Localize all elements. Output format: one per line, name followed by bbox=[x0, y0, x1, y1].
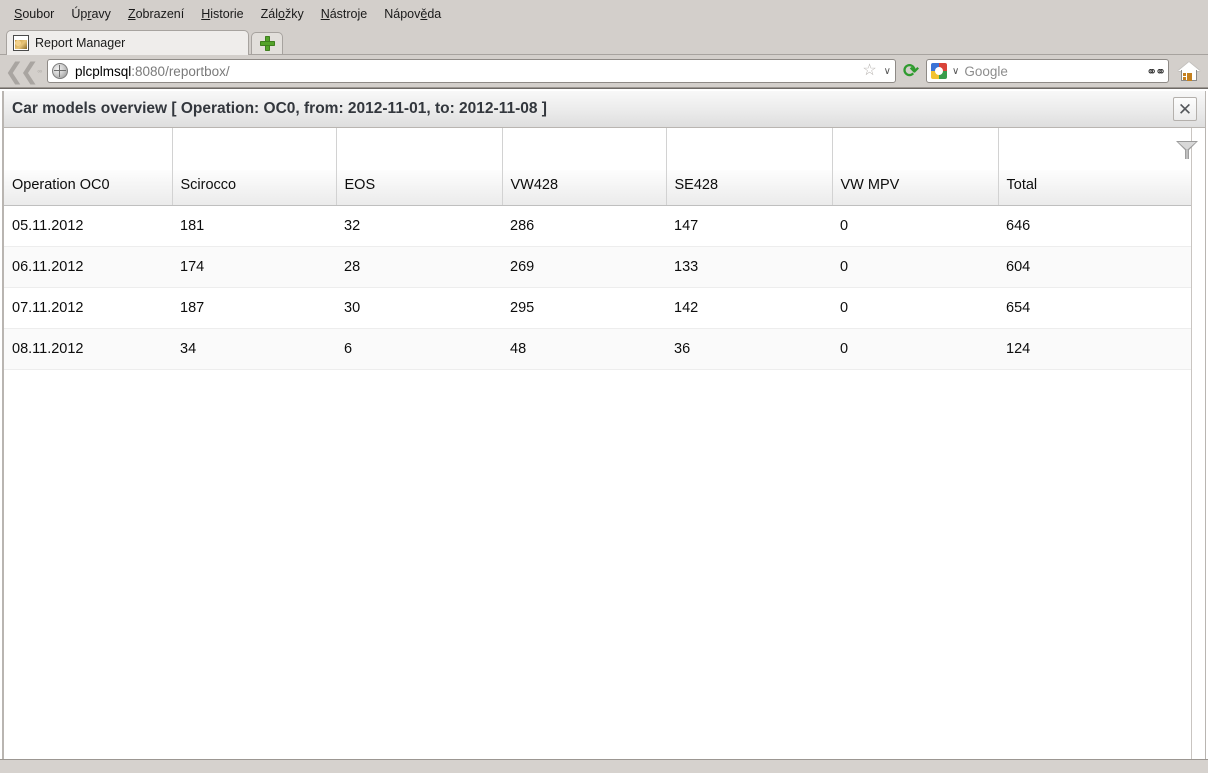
reload-icon: ⟳ bbox=[903, 60, 919, 82]
cell-date: 07.11.2012 bbox=[4, 287, 172, 329]
cell-value: 604 bbox=[998, 246, 1191, 288]
address-bar[interactable]: plcplmsql:8080/reportbox/ ☆ ∨ bbox=[47, 59, 896, 83]
cell-value: 133 bbox=[666, 246, 832, 288]
new-tab-button[interactable] bbox=[251, 32, 283, 55]
menu-item-0[interactable]: Soubor bbox=[6, 3, 63, 25]
navigation-toolbar: ❮❮ ◦◦ plcplmsql:8080/reportbox/ ☆ ∨ ⟳ ∨ G… bbox=[0, 55, 1208, 88]
tab-title: Report Manager bbox=[35, 36, 126, 50]
funnel-filter-icon[interactable] bbox=[1175, 138, 1201, 164]
search-bar[interactable]: ∨ Google ⚭⚭ bbox=[926, 59, 1169, 83]
table-row[interactable]: 08.11.2012 34 6 48 36 0 124 bbox=[4, 328, 1191, 370]
column-header-3[interactable]: VW428 bbox=[502, 128, 667, 206]
menu-item-1[interactable]: Úpravy bbox=[63, 3, 120, 25]
status-bar bbox=[0, 759, 1208, 773]
column-header-1[interactable]: Scirocco bbox=[172, 128, 337, 206]
cell-date: 05.11.2012 bbox=[4, 205, 172, 247]
cell-value: 0 bbox=[832, 205, 998, 247]
globe-icon bbox=[52, 63, 68, 79]
search-engine-chevron-down-icon[interactable]: ∨ bbox=[952, 66, 959, 77]
cell-value: 34 bbox=[172, 328, 336, 370]
menu-item-6[interactable]: Nápověda bbox=[376, 3, 450, 25]
url-path: :8080/reportbox/ bbox=[131, 63, 230, 79]
table-head: Operation OC0 Scirocco EOS VW428 SE428 VW MPV… bbox=[4, 128, 1191, 206]
close-icon: ✕ bbox=[1177, 99, 1193, 119]
column-header-label: EOS bbox=[344, 176, 376, 193]
cell-value: 286 bbox=[502, 205, 666, 247]
cell-value: 187 bbox=[172, 287, 336, 329]
column-header-label: SE428 bbox=[674, 176, 719, 193]
cell-value: 32 bbox=[336, 205, 502, 247]
cell-value: 28 bbox=[336, 246, 502, 288]
report-table: Operation OC0 Scirocco EOS VW428 SE428 VW MPV… bbox=[4, 128, 1191, 370]
grid-wrapper: Operation OC0 Scirocco EOS VW428 SE428 VW MPV… bbox=[4, 128, 1205, 759]
close-button[interactable]: ✕ bbox=[1173, 97, 1197, 121]
column-header-0[interactable]: Operation OC0 bbox=[4, 128, 173, 206]
cell-date: 08.11.2012 bbox=[4, 328, 172, 370]
dialog-title-bar: Car models overview [ Operation: OC0, fr… bbox=[4, 91, 1205, 128]
column-header-4[interactable]: SE428 bbox=[666, 128, 833, 206]
cell-value: 0 bbox=[832, 287, 998, 329]
binoculars-icon[interactable]: ⚭⚭ bbox=[1146, 65, 1166, 78]
vertical-scrollbar[interactable] bbox=[1176, 128, 1205, 759]
menu-item-4[interactable]: Záložky bbox=[253, 3, 313, 25]
cell-value: 147 bbox=[666, 205, 832, 247]
menu-bar: Soubor Úpravy Zobrazení Historie Záložky Nást… bbox=[0, 0, 1208, 27]
cell-value: 6 bbox=[336, 328, 502, 370]
column-header-label: Total bbox=[1006, 176, 1038, 193]
table-row[interactable]: 06.11.2012 174 28 269 133 0 604 bbox=[4, 246, 1191, 288]
report-panel: Car models overview [ Operation: OC0, fr… bbox=[2, 91, 1206, 759]
back-button[interactable]: ❮❮ ◦◦ bbox=[4, 57, 43, 84]
home-button[interactable] bbox=[1174, 57, 1204, 85]
cell-value: 174 bbox=[172, 246, 336, 288]
table-body: 05.11.2012 181 32 286 147 0 646 06.11.2012 174 28… bbox=[4, 205, 1191, 370]
column-header-2[interactable]: EOS bbox=[336, 128, 503, 206]
table-row[interactable]: 07.11.2012 187 30 295 142 0 654 bbox=[4, 287, 1191, 329]
column-header-label: VW MPV bbox=[840, 176, 900, 193]
home-icon bbox=[1178, 61, 1200, 81]
cell-value: 124 bbox=[998, 328, 1191, 370]
cell-value: 30 bbox=[336, 287, 502, 329]
cell-value: 0 bbox=[832, 246, 998, 288]
back-arrow-icon: ❮❮ bbox=[4, 57, 39, 84]
url-host: plcplmsql bbox=[75, 63, 132, 79]
menu-item-5[interactable]: Nástroje bbox=[313, 3, 377, 25]
cell-value: 36 bbox=[666, 328, 832, 370]
column-header-6[interactable]: Total bbox=[998, 128, 1191, 206]
data-grid: Operation OC0 Scirocco EOS VW428 SE428 VW MPV… bbox=[4, 128, 1191, 759]
cell-value: 295 bbox=[502, 287, 666, 329]
forward-dots-icon: ◦◦ bbox=[37, 65, 42, 76]
cell-value: 269 bbox=[502, 246, 666, 288]
browser-window: Soubor Úpravy Zobrazení Historie Záložky Nást… bbox=[0, 0, 1208, 773]
reload-button[interactable]: ⟳ bbox=[901, 61, 921, 81]
google-logo-icon[interactable] bbox=[931, 63, 947, 79]
menu-item-2[interactable]: Zobrazení bbox=[120, 3, 193, 25]
page-title: Car models overview [ Operation: OC0, fr… bbox=[12, 100, 547, 117]
cell-value: 181 bbox=[172, 205, 336, 247]
cell-value: 646 bbox=[998, 205, 1191, 247]
url-text: plcplmsql:8080/reportbox/ bbox=[75, 64, 230, 79]
column-header-label: Operation OC0 bbox=[12, 176, 110, 193]
column-header-5[interactable]: VW MPV bbox=[832, 128, 999, 206]
cell-date: 06.11.2012 bbox=[4, 246, 172, 288]
page-content: Car models overview [ Operation: OC0, fr… bbox=[0, 88, 1208, 773]
tab-report-manager[interactable]: Report Manager bbox=[6, 30, 249, 55]
menu-item-3[interactable]: Historie bbox=[193, 3, 252, 25]
plus-icon bbox=[259, 36, 275, 51]
table-header-row: Operation OC0 Scirocco EOS VW428 SE428 VW MPV… bbox=[4, 128, 1191, 206]
search-input[interactable]: Google bbox=[964, 64, 1141, 79]
column-header-label: VW428 bbox=[510, 176, 559, 193]
bookmark-star-icon[interactable]: ☆ bbox=[862, 63, 876, 79]
cell-value: 48 bbox=[502, 328, 666, 370]
cell-value: 142 bbox=[666, 287, 832, 329]
table-row[interactable]: 05.11.2012 181 32 286 147 0 646 bbox=[4, 205, 1191, 247]
cell-value: 654 bbox=[998, 287, 1191, 329]
image-favicon-icon bbox=[13, 35, 29, 51]
chevron-down-icon[interactable]: ∨ bbox=[884, 66, 891, 77]
column-header-label: Scirocco bbox=[180, 176, 237, 193]
cell-value: 0 bbox=[832, 328, 998, 370]
tab-strip: Report Manager bbox=[0, 27, 1208, 55]
